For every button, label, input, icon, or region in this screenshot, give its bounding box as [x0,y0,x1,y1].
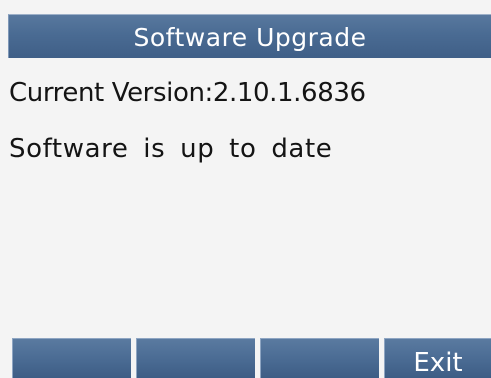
current-version-text: Current Version:2.10.1.6836 [9,78,366,108]
softkey-3[interactable] [260,338,379,378]
exit-softkey[interactable]: Exit [384,338,491,378]
page-title: Software Upgrade [133,23,367,52]
phone-screen: Software Upgrade Current Version:2.10.1.… [0,0,491,378]
softkey-1[interactable] [12,338,131,378]
title-bar: Software Upgrade [8,14,491,58]
softkey-bar: Exit [0,338,491,378]
softkey-2[interactable] [136,338,255,378]
upgrade-status-text: Software is up to date [9,134,333,164]
